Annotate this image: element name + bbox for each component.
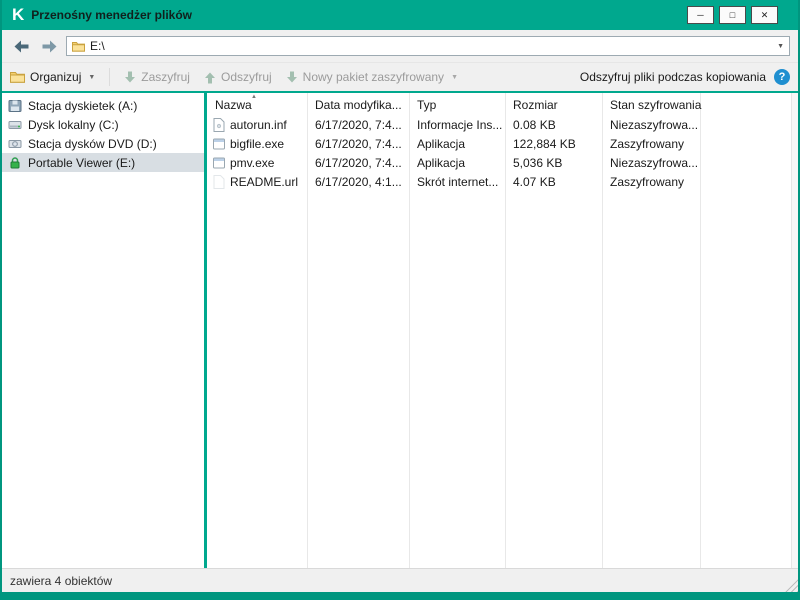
kaspersky-logo-icon: K [12, 5, 23, 25]
file-size: 0.08 KB [505, 115, 602, 134]
chevron-down-icon: ▼ [451, 74, 458, 81]
column-header-status[interactable]: Stan szyfrowania [602, 93, 700, 115]
file-size: 122,884 KB [505, 134, 602, 153]
sidebar-item-dvd-d[interactable]: Stacja dysków DVD (D:) [2, 134, 204, 153]
column-divider[interactable] [505, 93, 506, 568]
forward-button[interactable] [38, 36, 60, 56]
minimize-button[interactable]: ─ [687, 6, 714, 24]
application-file-icon [213, 137, 225, 151]
file-list: ▲ Nazwa Data modyfika... Typ Rozmiar Sta… [207, 93, 791, 568]
file-row[interactable]: bigfile.exe 6/17/2020, 7:4... Aplikacja … [207, 134, 791, 153]
encrypt-label: Zaszyfruj [141, 70, 190, 84]
file-type: Informacje Ins... [409, 115, 505, 134]
file-status: Niezaszyfrowa... [602, 153, 700, 172]
file-status: Zaszyfrowany [602, 172, 700, 191]
file-modified: 6/17/2020, 7:4... [307, 153, 409, 172]
column-header-spacer [700, 93, 791, 115]
column-divider[interactable] [700, 93, 701, 568]
organize-label: Organizuj [30, 70, 81, 84]
file-name: autorun.inf [230, 118, 287, 132]
sort-ascending-icon: ▲ [251, 94, 257, 100]
column-divider[interactable] [602, 93, 603, 568]
file-row[interactable]: pmv.exe 6/17/2020, 7:4... Aplikacja 5,03… [207, 153, 791, 172]
file-size: 5,036 KB [505, 153, 602, 172]
file-modified: 6/17/2020, 7:4... [307, 134, 409, 153]
file-status: Niezaszyfrowa... [602, 115, 700, 134]
folder-icon [10, 71, 25, 83]
new-encrypted-package-button[interactable]: Nowy pakiet zaszyfrowany ▼ [286, 70, 458, 84]
back-button[interactable] [10, 36, 32, 56]
column-header-size[interactable]: Rozmiar [505, 93, 602, 115]
file-list-header: ▲ Nazwa Data modyfika... Typ Rozmiar Sta… [207, 93, 791, 115]
sidebar-item-label: Stacja dysków DVD (D:) [28, 137, 157, 151]
encrypted-drive-lock-icon [8, 156, 22, 170]
chevron-down-icon: ▼ [88, 74, 95, 81]
help-icon[interactable]: ? [774, 69, 790, 85]
encrypt-button[interactable]: Zaszyfruj [124, 70, 190, 84]
file-name: README.url [230, 175, 298, 189]
sidebar-item-label: Portable Viewer (E:) [28, 156, 135, 170]
dvd-drive-icon [8, 137, 22, 151]
scrollbar-track[interactable] [791, 93, 798, 568]
drive-sidebar: Stacja dyskietek (A:) Dysk lokalny (C:) … [2, 93, 204, 568]
toolbar: Organizuj ▼ Zaszyfruj Odszyfruj Nowy pak… [2, 62, 798, 91]
file-name: pmv.exe [230, 156, 274, 170]
file-type: Skrót internet... [409, 172, 505, 191]
back-arrow-icon [14, 40, 29, 53]
hard-drive-icon [8, 118, 22, 132]
address-dropdown-icon[interactable]: ▼ [777, 43, 784, 50]
maximize-button[interactable]: □ [719, 6, 746, 24]
status-text: zawiera 4 obiektów [10, 574, 112, 588]
column-header-type[interactable]: Typ [409, 93, 505, 115]
resize-grip[interactable] [785, 579, 798, 592]
file-row[interactable]: README.url 6/17/2020, 4:1... Skrót inter… [207, 172, 791, 191]
toolbar-divider [109, 68, 110, 86]
floppy-drive-icon [8, 99, 22, 113]
column-header-modified[interactable]: Data modyfika... [307, 93, 409, 115]
window-title: Przenośny menedżer plików [31, 8, 687, 22]
organize-button[interactable]: Organizuj ▼ [10, 70, 95, 84]
file-modified: 6/17/2020, 4:1... [307, 172, 409, 191]
navigation-bar: ▼ [2, 30, 798, 62]
app-window: K Przenośny menedżer plików ─ □ ✕ ▼ [0, 0, 800, 600]
file-row[interactable]: autorun.inf 6/17/2020, 7:4... Informacje… [207, 115, 791, 134]
column-divider[interactable] [409, 93, 410, 568]
new-package-label: Nowy pakiet zaszyfrowany [303, 70, 444, 84]
title-bar: K Przenośny menedżer plików ─ □ ✕ [2, 0, 798, 30]
column-divider[interactable] [307, 93, 308, 568]
package-down-arrow-icon [286, 71, 298, 84]
status-bar: zawiera 4 obiektów [2, 568, 798, 592]
column-header-name[interactable]: ▲ Nazwa [207, 93, 307, 115]
file-type: Aplikacja [409, 153, 505, 172]
file-name: bigfile.exe [230, 137, 284, 151]
window-controls: ─ □ ✕ [687, 6, 778, 24]
decrypt-up-arrow-icon [204, 71, 216, 84]
application-file-icon [213, 156, 225, 170]
sidebar-item-local-disk-c[interactable]: Dysk lokalny (C:) [2, 115, 204, 134]
address-input[interactable] [90, 39, 772, 53]
file-type: Aplikacja [409, 134, 505, 153]
decrypt-label: Odszyfruj [221, 70, 272, 84]
decrypt-button[interactable]: Odszyfruj [204, 70, 272, 84]
sidebar-item-floppy-a[interactable]: Stacja dyskietek (A:) [2, 96, 204, 115]
file-size: 4.07 KB [505, 172, 602, 191]
sidebar-item-label: Dysk lokalny (C:) [28, 118, 119, 132]
sidebar-item-label: Stacja dyskietek (A:) [28, 99, 137, 113]
decrypt-on-copy-option[interactable]: Odszyfruj pliki podczas kopiowania [580, 70, 766, 84]
address-bar[interactable]: ▼ [66, 36, 790, 56]
file-modified: 6/17/2020, 7:4... [307, 115, 409, 134]
content-area: Stacja dyskietek (A:) Dysk lokalny (C:) … [2, 91, 798, 568]
sidebar-item-portable-viewer-e[interactable]: Portable Viewer (E:) [2, 153, 204, 172]
folder-icon [72, 41, 85, 52]
url-file-icon [213, 175, 225, 189]
system-file-icon [213, 118, 225, 132]
encrypt-down-arrow-icon [124, 71, 136, 84]
forward-arrow-icon [42, 40, 57, 53]
toolbar-right: Odszyfruj pliki podczas kopiowania ? [580, 69, 790, 85]
file-status: Zaszyfrowany [602, 134, 700, 153]
close-button[interactable]: ✕ [751, 6, 778, 24]
